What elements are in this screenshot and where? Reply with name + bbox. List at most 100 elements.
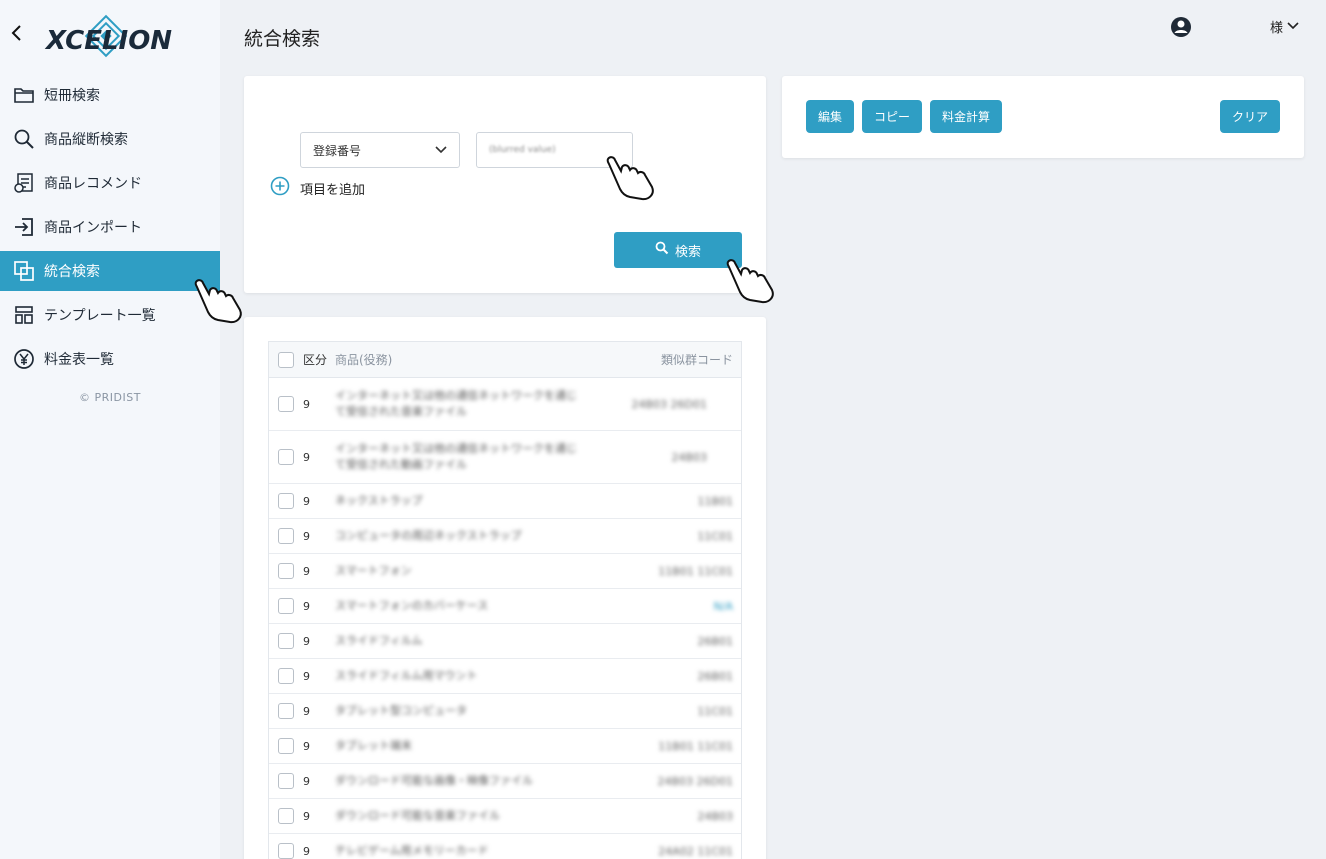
search-value-text: (blurred value) xyxy=(489,145,556,155)
row-code: N/A xyxy=(713,599,733,613)
row-division: 9 xyxy=(303,450,310,464)
account-circle-icon[interactable] xyxy=(1170,16,1192,38)
row-checkbox[interactable] xyxy=(278,563,294,579)
edit-button[interactable]: 編集 xyxy=(806,100,854,133)
table-row[interactable]: 9 インターネット又は他の通信ネットワークを通じて受信された動画ファイル 24B03 xyxy=(269,431,741,484)
row-checkbox[interactable] xyxy=(278,598,294,614)
search-value-input[interactable]: (blurred value) xyxy=(476,132,633,168)
row-code: 24B03 26D01 xyxy=(631,397,707,411)
plus-circle-icon xyxy=(270,176,290,200)
row-checkbox[interactable] xyxy=(278,493,294,509)
sidebar-item-label: 商品レコメンド xyxy=(44,176,142,192)
row-checkbox[interactable] xyxy=(278,738,294,754)
row-checkbox[interactable] xyxy=(278,396,294,412)
row-product: コンピュータの周辺ネックストラップ xyxy=(335,529,522,542)
copy-button[interactable]: コピー xyxy=(862,100,922,133)
row-checkbox[interactable] xyxy=(278,773,294,789)
calc-fee-button[interactable]: 料金計算 xyxy=(930,100,1002,133)
row-checkbox[interactable] xyxy=(278,449,294,465)
row-checkbox[interactable] xyxy=(278,633,294,649)
sidebar-item-product-cross-search[interactable]: 商品縦断検索 xyxy=(0,119,220,159)
table-row[interactable]: 9 コンピュータの周辺ネックストラップ 11C01 xyxy=(269,519,741,554)
row-code: 24A02 11C01 xyxy=(658,844,733,858)
copyright: © PRIDIST xyxy=(79,391,141,404)
search-button[interactable]: 検索 xyxy=(614,232,742,268)
row-division: 9 xyxy=(303,669,310,683)
table-row[interactable]: 9 スマートフォン 11B01 11C01 xyxy=(269,554,741,589)
row-code: 11B01 xyxy=(697,494,733,508)
add-item-button[interactable]: 項目を追加 xyxy=(270,176,365,200)
row-product: スライドフィルム用マウント xyxy=(335,669,478,682)
user-suffix: 様 xyxy=(1270,21,1284,36)
table-row[interactable]: 9 ダウンロード可能な画像・映像ファイル 24B03 26D01 xyxy=(269,764,741,799)
sidebar-item-product-recommend[interactable]: 商品レコメンド xyxy=(0,163,220,203)
back-chevron-icon[interactable] xyxy=(6,22,28,44)
search-field-select-value: 登録番号 xyxy=(313,143,362,158)
row-division: 9 xyxy=(303,844,310,858)
clear-button[interactable]: クリア xyxy=(1220,100,1280,133)
header-code: 類似群コード xyxy=(660,353,733,367)
table-row[interactable]: 9 タブレット端末 11B01 11C01 xyxy=(269,729,741,764)
row-code: 11C01 xyxy=(697,529,733,543)
row-division: 9 xyxy=(303,704,310,718)
results-panel: 区分 商品(役務) 類似群コード 9 インターネット又は他の通信ネットワークを通じ… xyxy=(244,317,766,859)
row-division: 9 xyxy=(303,564,310,578)
results-table: 区分 商品(役務) 類似群コード 9 インターネット又は他の通信ネットワークを通じ… xyxy=(268,341,742,859)
row-division: 9 xyxy=(303,774,310,788)
table-row[interactable]: 9 テレビゲーム用メモリーカード 24A02 11C01 xyxy=(269,834,741,859)
yen-icon xyxy=(12,347,36,371)
row-division: 9 xyxy=(303,739,310,753)
row-division: 9 xyxy=(303,494,310,508)
row-checkbox[interactable] xyxy=(278,668,294,684)
search-icon xyxy=(12,127,36,151)
table-row[interactable]: 9 スライドフィルム用マウント 26B01 xyxy=(269,659,741,694)
row-division: 9 xyxy=(303,634,310,648)
table-row[interactable]: 9 タブレット型コンピュータ 11C01 xyxy=(269,694,741,729)
search-field-select[interactable]: 登録番号 xyxy=(300,132,460,168)
row-checkbox[interactable] xyxy=(278,528,294,544)
user-menu[interactable]: 様 xyxy=(1270,17,1299,36)
row-checkbox[interactable] xyxy=(278,808,294,824)
search-icon xyxy=(655,241,669,259)
sidebar-item-tanzaku-search[interactable]: 短冊検索 xyxy=(0,75,220,115)
table-row[interactable]: 9 スマートフォンのカバーケース N/A xyxy=(269,589,741,624)
row-checkbox[interactable] xyxy=(278,703,294,719)
page-title: 統合検索 xyxy=(244,28,321,50)
header-product: 商品(役務) xyxy=(335,352,393,367)
integrated-search-icon xyxy=(12,259,36,283)
row-product: インターネット又は他の通信ネットワークを通じて受信された音楽ファイル xyxy=(335,389,577,418)
table-row[interactable]: 9 ネックストラップ 11B01 xyxy=(269,484,741,519)
row-code: 26B01 xyxy=(697,634,733,648)
import-icon xyxy=(12,215,36,239)
row-checkbox[interactable] xyxy=(278,843,294,859)
row-product: ネックストラップ xyxy=(335,494,423,507)
sidebar-item-product-import[interactable]: 商品インポート xyxy=(0,207,220,247)
row-product: テレビゲーム用メモリーカード xyxy=(335,844,489,857)
brand-logo[interactable]: XCELION xyxy=(44,14,174,62)
table-row[interactable]: 9 ダウンロード可能な音楽ファイル 24B03 xyxy=(269,799,741,834)
select-all-checkbox[interactable] xyxy=(278,351,294,368)
sidebar: XCELION 短冊検索 商品縦断検索 商品レコメンド 商品インポート 統合検索 xyxy=(0,0,220,859)
folder-icon xyxy=(12,83,36,107)
sidebar-item-label: 統合検索 xyxy=(44,264,100,280)
chevron-down-icon xyxy=(435,143,447,157)
sidebar-item-label: 短冊検索 xyxy=(44,88,100,104)
sidebar-item-integrated-search[interactable]: 統合検索 xyxy=(0,251,220,291)
sidebar-item-price-list[interactable]: 料金表一覧 xyxy=(0,339,220,379)
row-code: 11B01 11C01 xyxy=(658,564,733,578)
table-body: 9 インターネット又は他の通信ネットワークを通じて受信された音楽ファイル 24B03… xyxy=(269,378,741,859)
table-row[interactable]: 9 インターネット又は他の通信ネットワークを通じて受信された音楽ファイル 24B03… xyxy=(269,378,741,431)
row-division: 9 xyxy=(303,397,310,411)
table-row[interactable]: 9 スライドフィルム 26B01 xyxy=(269,624,741,659)
chevron-down-icon xyxy=(1287,19,1299,34)
sidebar-item-template-list[interactable]: テンプレート一覧 xyxy=(0,295,220,335)
sidebar-item-label: 料金表一覧 xyxy=(44,352,114,368)
row-product: ダウンロード可能な音楽ファイル xyxy=(335,809,500,822)
sidebar-header: XCELION xyxy=(0,0,220,75)
row-code: 24B03 26D01 xyxy=(657,774,733,788)
header-division: 区分 xyxy=(303,353,328,367)
row-code: 11C01 xyxy=(697,704,733,718)
row-product: ダウンロード可能な画像・映像ファイル xyxy=(335,774,533,787)
action-panel: 編集 コピー 料金計算 クリア xyxy=(782,76,1304,158)
row-product: スマートフォン xyxy=(335,564,412,577)
